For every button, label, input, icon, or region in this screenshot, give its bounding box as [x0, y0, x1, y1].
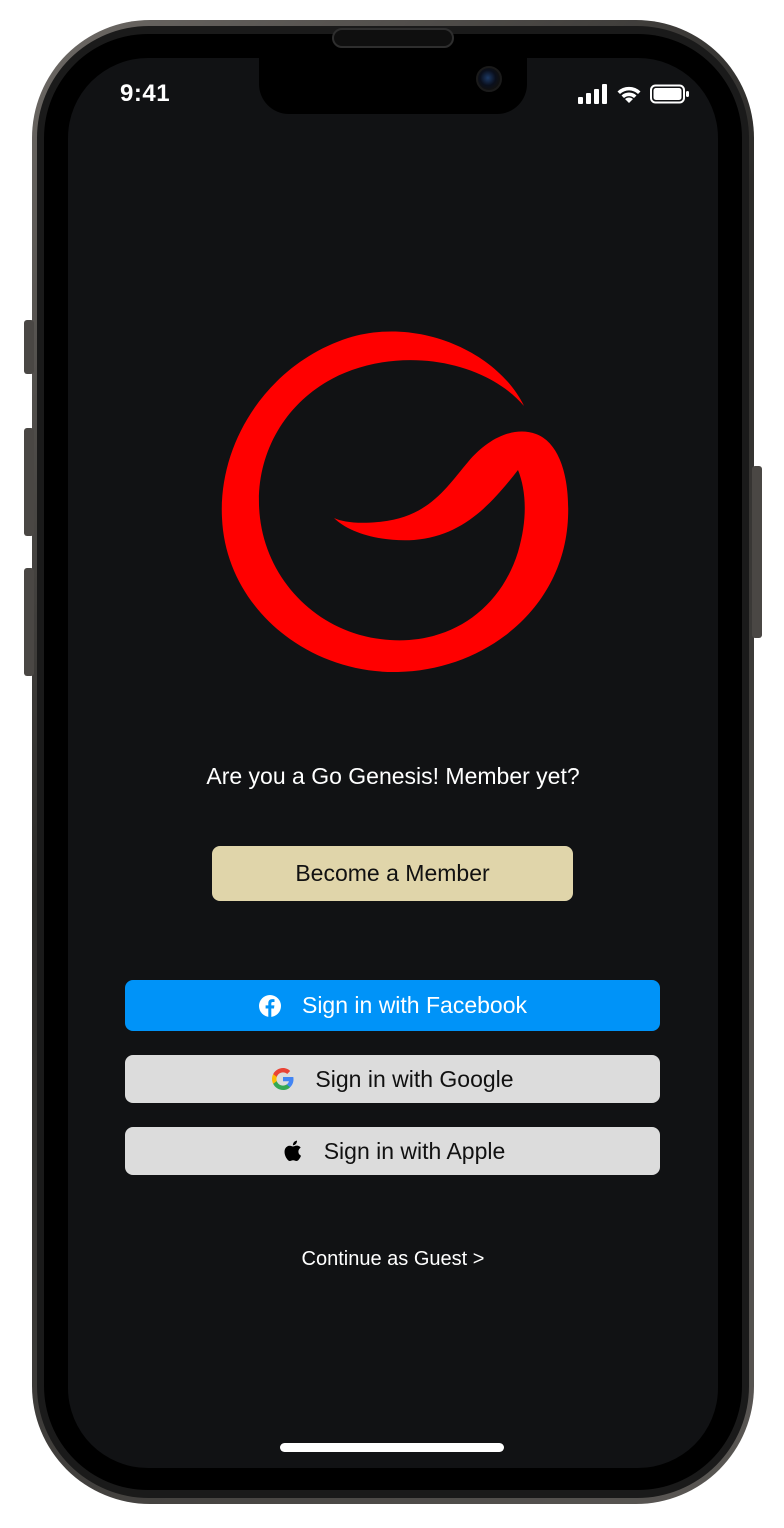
notch	[259, 58, 527, 114]
battery-icon	[650, 84, 689, 104]
apple-icon	[280, 1139, 304, 1163]
front-camera	[476, 66, 502, 92]
volume-up-button	[24, 428, 34, 536]
status-time: 9:41	[120, 80, 171, 107]
become-member-button[interactable]: Become a Member	[212, 846, 573, 901]
power-button	[752, 466, 762, 638]
google-signin-button[interactable]: Sign in with Google	[125, 1055, 660, 1103]
facebook-icon	[258, 994, 282, 1018]
continue-as-guest-link[interactable]: Continue as Guest >	[218, 1248, 568, 1271]
google-icon	[271, 1067, 295, 1091]
facebook-signin-label: Sign in with Facebook	[301, 992, 527, 1018]
facebook-signin-button[interactable]: Sign in with Facebook	[125, 980, 660, 1031]
apple-signin-label: Sign in with Apple	[323, 1137, 506, 1164]
silent-switch	[24, 320, 34, 374]
apple-signin-button[interactable]: Sign in with Apple	[125, 1127, 660, 1175]
status-icons	[578, 84, 690, 104]
volume-down-button	[24, 568, 34, 676]
cellular-signal-icon	[578, 84, 607, 104]
google-signin-label: Sign in with Google	[315, 1065, 514, 1092]
home-indicator[interactable]	[280, 1443, 504, 1452]
go-genesis-logo	[221, 331, 569, 673]
wifi-icon	[617, 86, 641, 103]
app-screen: 9:41 Are you a Go Genesis! Member yet? B…	[68, 58, 718, 1468]
member-prompt: Are you a Go Genesis! Member yet?	[206, 763, 580, 789]
earpiece-speaker	[332, 28, 454, 48]
become-member-label: Become a Member	[295, 860, 490, 886]
